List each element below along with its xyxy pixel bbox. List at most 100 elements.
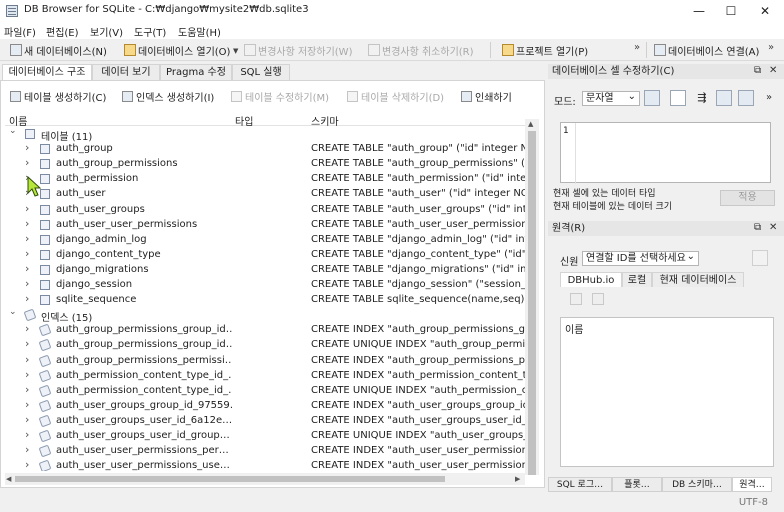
toolbar-more-icon[interactable]: » [768,42,774,53]
tab-execute-sql[interactable]: SQL 실행 [232,64,290,80]
expand-arrow-icon[interactable]: › [25,337,29,350]
expand-arrow-icon[interactable]: › [25,262,29,275]
apply-button[interactable]: 적용 [720,190,775,206]
remote-list[interactable]: 이름 [560,317,774,467]
open-database-dropdown-icon[interactable]: ▼ [233,47,238,55]
table-row[interactable]: › sqlite_sequence CREATE TABLE sqlite_sequ… [5,292,528,308]
open-project-button[interactable]: 프로젝트 열기(P) [502,42,588,58]
expand-arrow-icon[interactable]: › [25,413,29,426]
vertical-scrollbar-thumb[interactable] [528,131,536,475]
table-row[interactable]: › django_admin_log CREATE TABLE "django_ad… [5,232,528,248]
table-row[interactable]: › auth_group CREATE TABLE "auth_group" ("i… [5,141,528,157]
horizontal-scrollbar[interactable]: ◀ ▶ [5,473,525,485]
maximize-button[interactable]: ☐ [714,0,748,22]
remote-tab-dbhub[interactable]: DBHub.io [560,272,622,287]
attach-database-button[interactable]: 데이터베이스 연결(A) [654,42,759,58]
tab-database-structure[interactable]: 데이터베이스 구조 [2,64,92,81]
remote-tab-local[interactable]: 로컬 [622,272,652,287]
expand-chevron-icon[interactable]: ⌄ [9,127,17,136]
index-row[interactable]: › auth_permission_content_type_id_… CREATE… [5,383,528,399]
dock-tab-remote[interactable]: 원격… [732,477,772,492]
menu-file[interactable]: 파일(F) [4,24,36,39]
delete-table-button[interactable]: 테이블 삭제하기(D) [347,89,444,104]
menu-help[interactable]: 도움말(H) [178,24,221,39]
edit-toolbar-more-icon[interactable]: » [766,92,772,103]
export-icon[interactable] [738,90,754,106]
index-row[interactable]: › auth_group_permissions_group_id… CREATE … [5,337,528,353]
expand-arrow-icon[interactable]: › [25,443,29,456]
panel-close-icon[interactable]: ✕ [769,222,777,233]
import-icon[interactable] [716,90,732,106]
scroll-right-icon[interactable]: ▶ [515,475,520,483]
close-button[interactable]: ✕ [748,0,782,22]
modify-table-button[interactable]: 테이블 수정하기(M) [231,89,329,104]
expand-arrow-icon[interactable]: › [25,428,29,441]
expand-arrow-icon[interactable]: › [25,232,29,245]
menu-edit[interactable]: 편집(E) [46,24,79,39]
vertical-scrollbar[interactable]: ▲ [525,119,539,475]
create-index-button[interactable]: 인덱스 생성하기(I) [122,89,214,104]
word-wrap-icon[interactable]: ⇶ [694,90,710,106]
write-changes-button[interactable]: 변경사항 저장하기(W) [244,42,352,58]
new-database-button[interactable]: 새 데이터베이스(N) [10,42,107,58]
expand-arrow-icon[interactable]: › [25,292,29,305]
table-row[interactable]: › auth_user_groups CREATE TABLE "auth_user… [5,202,528,218]
index-row[interactable]: › auth_permission_content_type_id_… CREATE… [5,368,528,384]
toolbar-more-icon[interactable]: » [634,42,640,53]
table-row[interactable]: › auth_user CREATE TABLE "auth_user" ("id"… [5,186,528,202]
mode-select[interactable]: 문자열 [582,90,640,106]
dock-tab-sql-log[interactable]: SQL 로그… [548,477,612,492]
panel-close-icon[interactable]: ✕ [769,65,777,76]
expand-arrow-icon[interactable]: › [25,247,29,260]
dock-tab-db-schema[interactable]: DB 스키마… [662,477,732,492]
expand-arrow-icon[interactable]: › [25,141,29,154]
dock-tab-plot[interactable]: 플롯… [612,477,662,492]
refresh-icon[interactable] [570,293,582,305]
tree-group-indexes[interactable]: ⌄ 인덱스 (15) [5,307,528,324]
menu-tools[interactable]: 도구(T) [134,24,166,39]
expand-arrow-icon[interactable]: › [25,322,29,335]
expand-arrow-icon[interactable]: › [25,202,29,215]
revert-changes-button[interactable]: 변경사항 취소하기(R) [368,42,474,58]
expand-arrow-icon[interactable]: › [25,383,29,396]
auto-format-icon[interactable] [644,90,660,106]
expand-arrow-icon[interactable]: › [25,217,29,230]
panel-float-icon[interactable]: ⧉ [754,222,761,233]
table-row[interactable]: › django_session CREATE TABLE "django_sess… [5,277,528,293]
expand-chevron-icon[interactable]: ⌄ [9,307,17,317]
index-row[interactable]: › auth_user_groups_user_id_6a12e… CREATE I… [5,413,528,429]
panel-float-icon[interactable]: ⧉ [754,65,761,76]
index-row[interactable]: › auth_group_permissions_permissi… CREATE … [5,353,528,369]
menu-view[interactable]: 보기(V) [90,24,123,39]
expand-arrow-icon[interactable]: › [25,277,29,290]
identity-settings-icon[interactable] [752,250,768,266]
create-table-button[interactable]: 테이블 생성하기(C) [10,89,106,104]
expand-arrow-icon[interactable]: › [25,353,29,366]
index-row[interactable]: › auth_user_groups_group_id_97559… CREATE … [5,398,528,414]
print-button[interactable]: 인쇄하기 [461,89,512,104]
index-row[interactable]: › auth_user_user_permissions_per… CREATE I… [5,443,528,459]
tree-group-tables[interactable]: ⌄ 테이블 (11) [5,127,528,143]
scroll-left-icon[interactable]: ◀ [6,475,11,483]
cell-editor[interactable]: 1 [560,122,771,184]
minimize-button[interactable]: — [682,0,716,22]
expand-arrow-icon[interactable]: › [25,156,29,169]
tab-edit-pragmas[interactable]: Pragma 수정 [160,64,232,80]
scroll-up-icon[interactable]: ▲ [528,120,533,128]
expand-arrow-icon[interactable]: › [25,398,29,411]
horizontal-scrollbar-thumb[interactable] [15,476,445,482]
clone-icon[interactable] [592,293,604,305]
table-row[interactable]: › django_migrations CREATE TABLE "django_m… [5,262,528,278]
index-row[interactable]: › auth_user_user_permissions_use… CREATE I… [5,458,528,471]
index-row[interactable]: › auth_group_permissions_group_id… CREATE … [5,322,528,338]
column-header-name[interactable]: 이름 [9,113,27,128]
table-row[interactable]: › auth_permission CREATE TABLE "auth_permi… [5,171,528,187]
expand-arrow-icon[interactable]: › [25,368,29,381]
table-row[interactable]: › django_content_type CREATE TABLE "django… [5,247,528,263]
open-database-button[interactable]: 데이터베이스 열기(O) [124,42,230,58]
remote-tab-current-db[interactable]: 현재 데이터베이스 [652,272,744,287]
column-header-type[interactable]: 타입 [235,113,253,128]
identity-select[interactable]: 연결할 ID를 선택하세요 [582,250,699,266]
index-row[interactable]: › auth_user_groups_user_id_group… CREATE U… [5,428,528,444]
tab-browse-data[interactable]: 데이터 보기 [92,64,160,80]
